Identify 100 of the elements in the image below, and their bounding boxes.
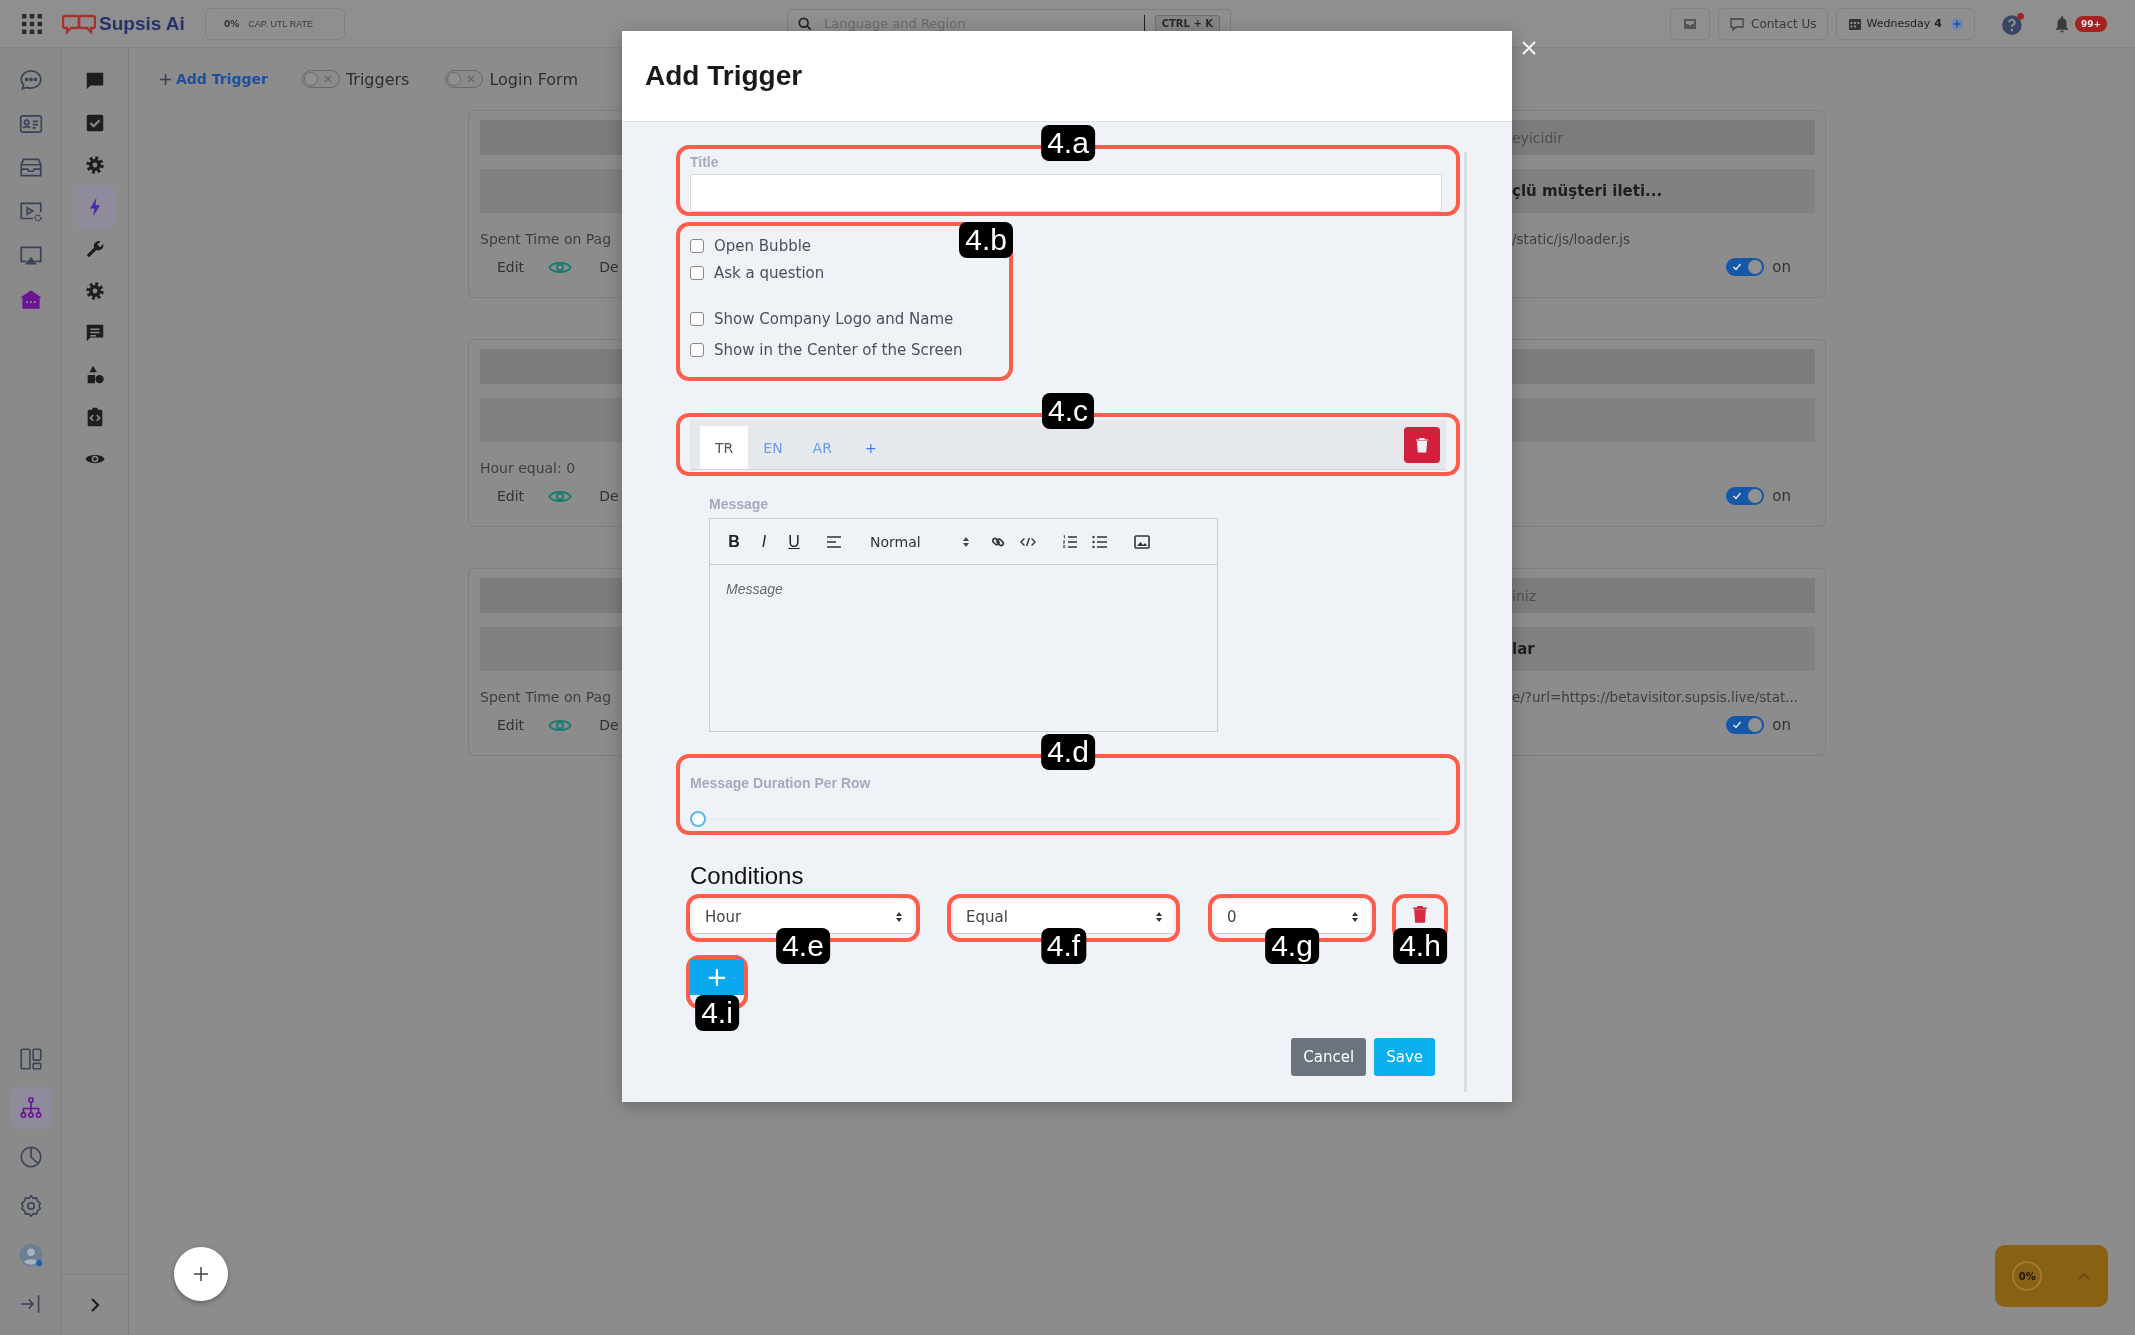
checkbox-label: Show Company Logo and Name	[714, 309, 954, 328]
checkbox-label: Ask a question	[714, 263, 825, 282]
underline-tool[interactable]: U	[786, 532, 802, 551]
italic-tool[interactable]: I	[756, 532, 772, 551]
checkbox[interactable]	[690, 342, 704, 357]
delete-link[interactable]: De	[599, 717, 619, 733]
field-label: Message Duration Per Row	[690, 775, 872, 791]
checkbox-label: Open Bubble	[714, 236, 812, 255]
sort-arrows-icon	[962, 535, 970, 548]
add-button[interactable]	[174, 1247, 228, 1301]
toggle-state: on	[1772, 716, 1791, 734]
language-tab[interactable]: EN	[748, 426, 798, 469]
annotation-label: 4.h	[1393, 928, 1447, 964]
bullet-list-icon[interactable]	[1092, 534, 1108, 549]
apps-grid-icon[interactable]	[22, 13, 42, 34]
checkbox[interactable]	[690, 311, 704, 326]
delete-link[interactable]: De	[599, 488, 619, 504]
cancel-button[interactable]: Cancel	[1291, 1038, 1367, 1076]
cross-icon	[466, 74, 477, 84]
toggle-switch[interactable]	[301, 70, 340, 88]
chat-icon	[1729, 15, 1746, 32]
trigger-url: /static/js/loader.js	[1512, 231, 1631, 247]
help-icon[interactable]	[2000, 11, 2025, 36]
brand-name: Supsis Ai	[99, 12, 185, 35]
language-tab[interactable]: AR	[797, 426, 847, 469]
align-icon[interactable]	[826, 534, 842, 549]
annotation-label: 4.e	[776, 928, 830, 964]
save-button[interactable]: Save	[1374, 1038, 1435, 1076]
trigger-message: çlü müşteri ileti...	[1512, 182, 1663, 200]
annotation-label: 4.d	[1041, 734, 1095, 770]
value-select[interactable]: 0	[1215, 900, 1369, 934]
dialog-title: Add Trigger	[645, 60, 803, 92]
image-icon[interactable]	[1134, 534, 1150, 549]
numbered-list-icon[interactable]	[1062, 534, 1078, 549]
edit-link[interactable]: Edit	[497, 488, 525, 504]
hierarchy-icon[interactable]	[9, 1087, 52, 1129]
format-select[interactable]: Normal	[870, 533, 970, 550]
edit-link[interactable]: Edit	[497, 717, 525, 733]
checkbox-label: Show in the Center of the Screen	[714, 340, 963, 359]
toggle-switch[interactable]	[1726, 716, 1765, 734]
close-icon[interactable]	[1521, 40, 1537, 56]
trigger-url: e/?url=https://betavisitor.supsis.live/stat...	[1512, 689, 1799, 705]
toggle-switch[interactable]	[445, 70, 484, 88]
edit-link[interactable]: Edit	[497, 259, 525, 275]
inbox-button[interactable]	[1670, 7, 1711, 40]
sort-arrows-icon	[1351, 910, 1359, 923]
field-select[interactable]: Hour	[693, 900, 913, 934]
toggle-label: Login Form	[489, 69, 578, 89]
sort-arrows-icon	[895, 910, 903, 923]
date-button[interactable]: Wednesday 4	[1835, 7, 1975, 40]
delete-button[interactable]	[1404, 426, 1440, 463]
toggle-switch[interactable]	[1726, 258, 1765, 276]
annotation-label: 4.b	[959, 222, 1013, 258]
trash-icon[interactable]	[1412, 904, 1428, 924]
delete-link[interactable]: De	[599, 259, 619, 275]
field-label: Message	[709, 496, 769, 512]
trigger-condition: Spent Time on Pag	[480, 231, 612, 247]
message-editor[interactable]: B I U Normal Message	[709, 518, 1218, 732]
add-condition-button[interactable]: +	[690, 959, 744, 995]
check-icon	[1732, 262, 1743, 272]
title-input[interactable]	[690, 174, 1442, 212]
sort-arrows-icon	[1155, 910, 1163, 923]
add-trigger-link[interactable]: Add Trigger	[159, 71, 268, 87]
trigger-condition: Hour equal: 0	[480, 460, 576, 476]
plus-icon	[159, 72, 172, 86]
check-icon	[1732, 720, 1743, 730]
cross-icon	[322, 74, 333, 84]
language-tab[interactable]: TR	[700, 426, 749, 469]
notification-count: 99+	[2074, 15, 2107, 32]
operator-select[interactable]: Equal	[954, 900, 1173, 934]
check-icon	[1732, 491, 1743, 501]
search-icon	[798, 16, 812, 31]
trigger-condition: Spent Time on Pag	[480, 689, 612, 705]
field-label: Title	[690, 154, 720, 170]
slider-thumb[interactable]	[690, 811, 706, 827]
meter-value: 0%	[223, 18, 240, 29]
progress-widget[interactable]: 0%	[1995, 1245, 2108, 1307]
annotation-label: 4.f	[1040, 928, 1087, 964]
checkbox[interactable]	[690, 238, 704, 253]
checkbox[interactable]	[690, 265, 704, 280]
plus-icon[interactable]	[1949, 16, 1964, 31]
contact-button[interactable]: Contact Us	[1718, 7, 1828, 40]
annotation-label: 4.a	[1041, 125, 1095, 161]
section-heading: Conditions	[690, 862, 804, 890]
bolt-icon[interactable]	[74, 186, 116, 228]
toggle-label: Triggers	[345, 69, 410, 89]
toggle-switch[interactable]	[1726, 487, 1765, 505]
trash-icon	[1415, 436, 1429, 453]
annotation-label: 4.g	[1265, 928, 1319, 964]
annotation-label: 4.c	[1042, 393, 1094, 429]
bold-tool[interactable]: B	[726, 532, 742, 551]
trigger-message: lar	[1512, 640, 1535, 658]
plus-icon	[191, 1264, 211, 1284]
annotation-label: 4.i	[695, 995, 739, 1031]
add-language-tab[interactable]: +	[846, 426, 895, 469]
meter-label: CAP. UTL RATE	[248, 18, 313, 29]
toggle-state: on	[1772, 487, 1791, 505]
chevron-right-icon[interactable]	[89, 1297, 101, 1313]
progress-ring: 0%	[2012, 1261, 2043, 1291]
toggle-state: on	[1772, 258, 1791, 276]
